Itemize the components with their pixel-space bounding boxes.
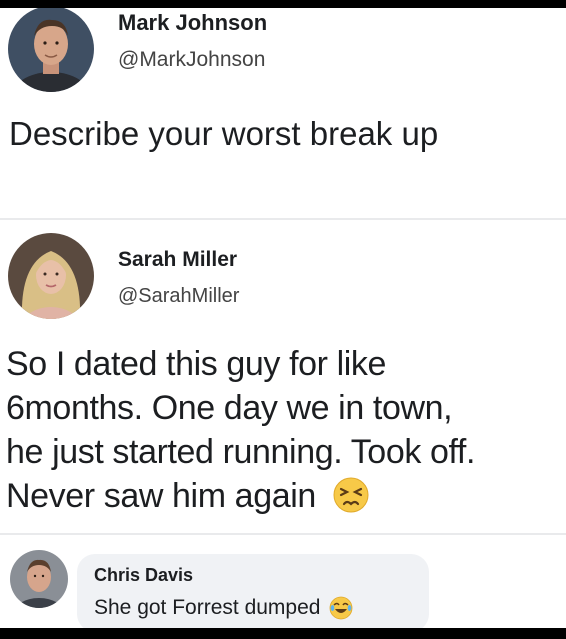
screenshot-frame: Mark Johnson @MarkJohnson Describe your … xyxy=(0,8,566,628)
tears-of-joy-icon xyxy=(329,596,353,620)
sarah-miller-avatar[interactable] xyxy=(8,233,94,319)
bottom-black-bar xyxy=(0,628,566,639)
persevering-face-icon xyxy=(333,477,369,513)
comment-text-row: She got Forrest dumped xyxy=(94,596,353,620)
comment-author-name[interactable]: Chris Davis xyxy=(94,565,193,586)
post2-text-line: 6months. One day we in town, xyxy=(6,389,453,427)
post-divider xyxy=(0,218,566,220)
comment-text: She got Forrest dumped xyxy=(94,596,321,619)
mark-johnson-avatar[interactable] xyxy=(8,8,94,92)
post2-author-handle[interactable]: @SarahMiller xyxy=(118,285,239,308)
post1-author-name[interactable]: Mark Johnson xyxy=(118,10,267,36)
comment-divider xyxy=(0,533,566,535)
post1-author-handle[interactable]: @MarkJohnson xyxy=(118,48,265,72)
chris-davis-avatar[interactable] xyxy=(10,550,68,608)
post2-text-line: So I dated this guy for like xyxy=(6,345,387,383)
post2-text-line: he just started running. Took off. xyxy=(6,433,476,471)
post1-text: Describe your worst break up xyxy=(9,115,439,152)
post2-author-name[interactable]: Sarah Miller xyxy=(118,248,237,272)
post2-text-line: Never saw him again xyxy=(6,477,316,515)
post2-text-line-last: Never saw him again xyxy=(6,474,475,518)
post2-text: So I dated this guy for like 6months. On… xyxy=(6,342,475,518)
